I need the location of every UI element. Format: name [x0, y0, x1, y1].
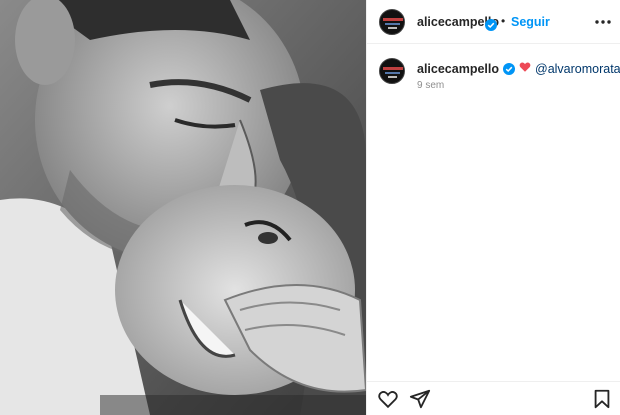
bookmark-icon[interactable] [591, 388, 613, 410]
separator-dot: • [501, 14, 506, 28]
heart-outline-icon[interactable] [377, 388, 399, 410]
more-options-icon[interactable] [593, 12, 613, 32]
author-avatar[interactable] [379, 9, 405, 35]
post-photo[interactable] [0, 0, 366, 415]
caption-username[interactable]: alicecampello [417, 62, 499, 76]
post-timestamp[interactable]: 9 sem [417, 80, 444, 91]
post-actions-bar [367, 381, 620, 415]
caption: alicecampello @alvaromorata [417, 60, 620, 78]
post-side-panel: alicecampello • Seguir alicecampello @al… [366, 0, 620, 415]
verified-badge-icon [485, 16, 497, 34]
paper-plane-icon[interactable] [409, 388, 431, 410]
verified-badge-icon [503, 60, 515, 78]
follow-button[interactable]: Seguir [511, 15, 550, 29]
post-header: alicecampello • Seguir [367, 0, 620, 44]
caption-avatar[interactable] [379, 58, 405, 84]
heart-emoji-icon [519, 60, 531, 78]
caption-mention-link[interactable]: @alvaromorata [535, 62, 620, 76]
